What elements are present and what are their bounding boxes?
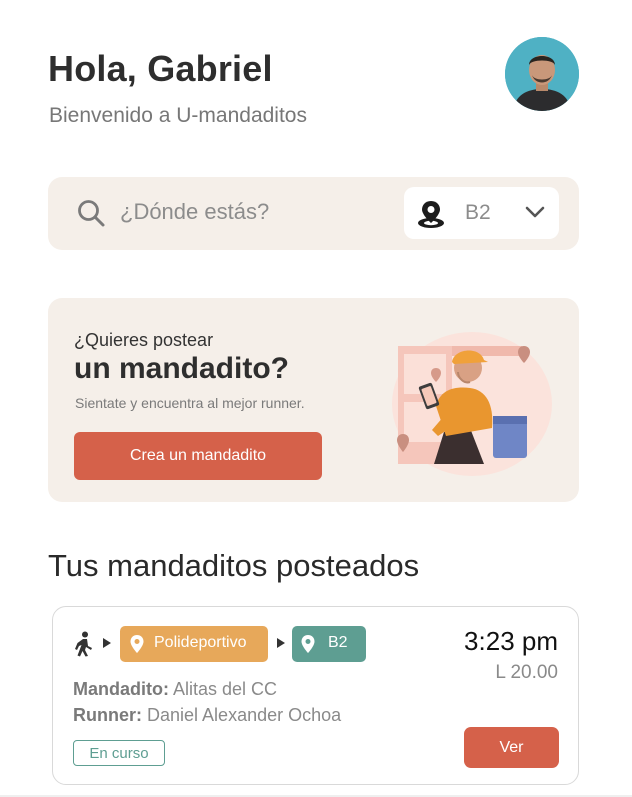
errand-label: Mandadito: (73, 679, 169, 699)
order-time: 3:23 pm (464, 626, 558, 656)
avatar-photo (505, 37, 579, 111)
destination-pin-icon (301, 635, 315, 653)
delivery-person-illustration (392, 332, 552, 476)
walking-person-icon (75, 631, 92, 657)
runner-label: Runner: (73, 705, 142, 725)
search-input[interactable]: ¿Dónde estás? (120, 199, 269, 225)
promo-description: Sientate y encuentra al mejor runner. (75, 395, 305, 411)
errand-value: Alitas del CC (173, 679, 278, 699)
status-badge: En curso (73, 740, 165, 766)
user-avatar[interactable] (505, 37, 579, 111)
welcome-subtitle: Bienvenido a U-mandaditos (49, 104, 307, 127)
origin-pin-icon (130, 635, 144, 653)
section-title: Tus mandaditos posteados (48, 548, 420, 583)
runner-line: Runner: Daniel Alexander Ochoa (73, 705, 341, 726)
runner-value: Daniel Alexander Ochoa (147, 705, 342, 725)
promo-title: un mandadito? (74, 352, 289, 385)
order-price: L 20.00 (495, 662, 558, 683)
map-pin-icon (418, 201, 444, 228)
promo-question: ¿Quieres postear (74, 330, 214, 350)
errand-line: Mandadito: Alitas del CC (73, 679, 277, 700)
chevron-down-icon[interactable] (524, 204, 546, 220)
destination-label: B2 (328, 634, 348, 651)
create-errand-button[interactable]: Crea un mandadito (74, 432, 322, 480)
arrow-right-icon (103, 638, 111, 648)
location-value: B2 (465, 201, 491, 224)
search-icon (78, 200, 105, 227)
origin-label: Polideportivo (154, 634, 247, 651)
arrow-right-icon (277, 638, 285, 648)
view-button[interactable]: Ver (464, 727, 559, 768)
greeting-title: Hola, Gabriel (48, 48, 273, 89)
